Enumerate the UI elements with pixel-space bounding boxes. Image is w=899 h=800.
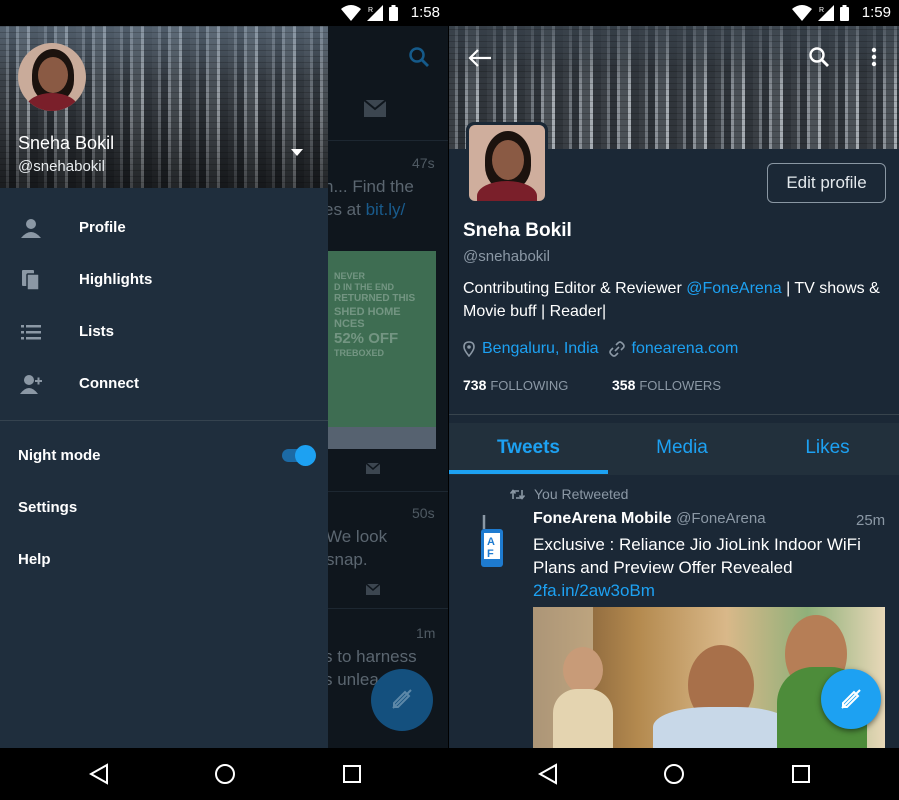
followers-stat[interactable]: 358 FOLLOWERS	[612, 377, 721, 393]
bio-mention-link[interactable]: @FoneArena	[686, 280, 781, 297]
back-nav-icon[interactable]	[537, 763, 559, 785]
tab-tweets[interactable]: Tweets	[449, 437, 608, 459]
profile-tabs: Tweets Media Likes	[449, 423, 899, 475]
home-nav-icon[interactable]	[663, 763, 685, 785]
connect-icon	[20, 375, 42, 394]
bg-tweet-text: s to harness	[324, 647, 417, 666]
wifi-icon	[792, 5, 812, 21]
status-bar: R 1:59	[449, 0, 899, 26]
bg-tweet-text: n... Find the	[324, 177, 414, 196]
tab-likes[interactable]: Likes	[756, 437, 899, 459]
profile-avatar[interactable]	[466, 122, 548, 204]
drawer-item-settings[interactable]: Settings	[18, 499, 77, 516]
drawer-user-handle: @snehabokil	[18, 158, 105, 175]
signal-icon: R	[367, 5, 383, 21]
back-arrow-icon[interactable]	[468, 48, 492, 68]
right-screen: R 1:59 Edit profile Sneha Bokil @snehabo…	[449, 0, 899, 800]
system-nav-bar	[0, 748, 448, 800]
tweet-author-name[interactable]: FoneArena Mobile	[533, 510, 672, 527]
signal-icon: R	[818, 5, 834, 21]
active-tab-indicator	[449, 470, 608, 474]
svg-text:R: R	[368, 7, 373, 14]
drawer-item-highlights[interactable]: Highlights	[0, 255, 328, 307]
svg-text:A: A	[487, 536, 495, 548]
background-search-icon	[409, 47, 429, 67]
status-time: 1:59	[861, 4, 891, 21]
drawer-user-name: Sneha Bokil	[18, 133, 115, 153]
search-icon[interactable]	[808, 46, 830, 68]
profile-divider	[449, 414, 899, 415]
drawer-item-profile[interactable]: Profile	[0, 203, 328, 255]
background-promo-image: NEVER D IN THE END RETURNED THIS SHED HO…	[328, 251, 436, 449]
location-pin-icon	[463, 341, 475, 357]
svg-text:F: F	[487, 548, 494, 560]
profile-location: Bengaluru, India	[482, 340, 599, 357]
drawer-item-label: Profile	[79, 219, 126, 236]
battery-icon	[840, 5, 849, 21]
system-nav-bar	[449, 748, 899, 800]
tweet-timestamp: 25m	[856, 512, 886, 529]
drawer-item-label: Highlights	[79, 271, 153, 288]
tweet-header: FoneArena Mobile @FoneArena	[533, 510, 766, 528]
tweet-text: Exclusive : Reliance Jio JioLink Indoor …	[533, 535, 861, 600]
profile-handle: @snehabokil	[463, 248, 550, 265]
bg-tweet-time: 47s	[412, 155, 435, 171]
back-nav-icon[interactable]	[88, 763, 110, 785]
tweet-author-avatar[interactable]: AF	[475, 515, 509, 571]
profile-name: Sneha Bokil	[463, 220, 572, 241]
drawer-item-label: Lists	[79, 323, 115, 340]
home-nav-icon[interactable]	[214, 763, 236, 785]
background-compose-button	[371, 669, 433, 731]
recents-nav-icon[interactable]	[790, 763, 812, 785]
retweet-icon	[510, 488, 525, 500]
bg-tweet-text: s unlea	[324, 670, 379, 689]
background-messages-icon	[364, 100, 386, 117]
lists-icon	[21, 325, 41, 340]
wifi-icon	[341, 5, 361, 21]
status-bar: R 1:58	[0, 0, 448, 26]
bg-dm-icon	[366, 584, 380, 595]
highlights-icon	[22, 270, 40, 291]
status-time: 1:58	[410, 4, 440, 21]
link-icon	[608, 341, 625, 357]
following-stat[interactable]: 738 FOLLOWING	[463, 377, 568, 393]
edit-profile-button[interactable]: Edit profile	[767, 163, 886, 203]
drawer-avatar[interactable]	[18, 43, 86, 111]
drawer-item-connect[interactable]: Connect	[0, 359, 328, 411]
bg-tweet-time: 1m	[416, 625, 436, 641]
drawer-item-lists[interactable]: Lists	[0, 307, 328, 359]
left-screen: 47s n... Find the es at bit.ly/ NEVER D …	[0, 0, 448, 800]
night-mode-label[interactable]: Night mode	[18, 447, 101, 464]
drawer-divider	[0, 420, 328, 421]
recents-nav-icon[interactable]	[341, 763, 363, 785]
svg-text:R: R	[819, 7, 824, 14]
more-options-icon[interactable]	[871, 47, 877, 67]
person-icon	[21, 219, 41, 238]
bg-tweet-time: 50s	[412, 505, 435, 521]
navigation-drawer: Sneha Bokil @snehabokil Profile Highligh…	[0, 26, 328, 748]
tweet-author-handle: @FoneArena	[676, 510, 766, 527]
bg-tweet-text: snap.	[326, 550, 368, 569]
profile-website-link[interactable]: fonearena.com	[632, 340, 739, 358]
profile-meta: Bengaluru, India fonearena.com	[463, 340, 738, 358]
bg-tweet-text: We look	[326, 527, 388, 546]
profile-bio: Contributing Editor & Reviewer @FoneAren…	[463, 280, 880, 320]
tweet-link[interactable]: 2fa.in/2aw3oBm	[533, 581, 655, 600]
retweet-context: You Retweeted	[510, 486, 628, 502]
account-switcher-caret-icon[interactable]	[291, 149, 303, 156]
tab-media[interactable]: Media	[608, 437, 756, 459]
compose-tweet-button[interactable]	[821, 669, 881, 729]
drawer-item-label: Connect	[79, 375, 139, 392]
bg-dm-icon	[366, 463, 380, 474]
bg-tweet-text: es at bit.ly/	[324, 200, 406, 219]
drawer-item-help[interactable]: Help	[18, 551, 51, 568]
battery-icon	[389, 5, 398, 21]
night-mode-toggle[interactable]	[280, 443, 318, 467]
compose-icon	[841, 689, 861, 709]
